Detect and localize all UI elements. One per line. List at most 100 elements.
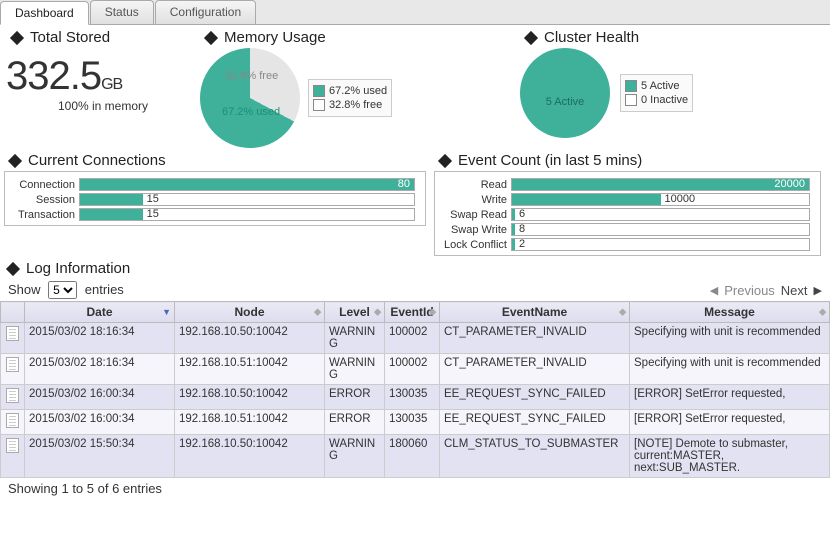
cell-node: 192.168.10.50:10042	[175, 435, 325, 478]
cell-node: 192.168.10.50:10042	[175, 385, 325, 410]
bar-row: Read 20000	[441, 178, 814, 191]
diamond-icon	[10, 30, 24, 44]
bar-value: 8	[519, 223, 525, 235]
table-row[interactable]: 2015/03/02 18:16:34192.168.10.50:10042WA…	[1, 323, 830, 354]
cell-eventid: 100002	[385, 323, 440, 354]
previous-icon[interactable]: ◀	[710, 284, 718, 297]
cell-eventname: CT_PARAMETER_INVALID	[440, 323, 630, 354]
connections-panel: Current Connections Connection80Session1…	[0, 148, 430, 256]
cell-eventname: EE_REQUEST_SYNC_FAILED	[440, 385, 630, 410]
col-eventname[interactable]: EventName◆	[440, 302, 630, 323]
memory-usage-panel: Memory Usage 32.8% free 67.2% used 67.2%…	[200, 25, 520, 148]
table-row[interactable]: 2015/03/02 16:00:34192.168.10.51:10042ER…	[1, 410, 830, 435]
cell-date: 2015/03/02 18:16:34	[25, 354, 175, 385]
memory-usage-title-text: Memory Usage	[224, 29, 326, 46]
memory-legend: 67.2% used 32.8% free	[308, 79, 392, 117]
bar-track: 10000	[511, 193, 810, 206]
next-icon[interactable]: ▶	[814, 284, 822, 297]
col-message[interactable]: Message◆	[630, 302, 830, 323]
table-row[interactable]: 2015/03/02 16:00:34192.168.10.50:10042ER…	[1, 385, 830, 410]
stored-number: 332.5	[6, 54, 101, 98]
tab-dashboard[interactable]: Dashboard	[0, 1, 89, 25]
bar-track: 80	[79, 178, 415, 191]
total-stored-panel: Total Stored 332.5GB 100% in memory	[0, 25, 200, 148]
bar-row: Write10000	[441, 193, 814, 206]
bar-value: 20000	[774, 178, 805, 190]
stored-unit: GB	[101, 76, 122, 93]
cell-node: 192.168.10.51:10042	[175, 354, 325, 385]
bar-track: 2	[511, 238, 810, 251]
bar-row: Transaction15	[11, 208, 419, 221]
total-stored-title: Total Stored	[6, 25, 200, 48]
cell-eventid: 100002	[385, 354, 440, 385]
tab-status[interactable]: Status	[90, 0, 154, 24]
bar-value: 15	[147, 193, 159, 205]
bar-track: 15	[79, 208, 415, 221]
cell-node: 192.168.10.50:10042	[175, 323, 325, 354]
entries-label: entries	[85, 282, 124, 297]
cell-date: 2015/03/02 16:00:34	[25, 410, 175, 435]
col-node[interactable]: Node◆	[175, 302, 325, 323]
previous-button[interactable]: Previous	[724, 283, 775, 298]
document-icon	[6, 438, 19, 453]
log-title: Log Information	[0, 256, 830, 279]
memory-used-label: 67.2% used	[222, 106, 280, 118]
document-icon	[6, 388, 19, 403]
bar-track: 8	[511, 223, 810, 236]
memory-usage-title: Memory Usage	[200, 25, 520, 48]
col-level[interactable]: Level◆	[325, 302, 385, 323]
cell-message: [NOTE] Demote to submaster, current:MAST…	[630, 435, 830, 478]
bar-row: Session15	[11, 193, 419, 206]
cell-level: WARNING	[325, 354, 385, 385]
next-button[interactable]: Next	[781, 283, 808, 298]
log-show-entries: Show 5 entries	[8, 281, 124, 299]
events-panel: Event Count (in last 5 mins) Read 20000 Wr…	[430, 148, 825, 256]
bar-row: Swap Write8	[441, 223, 814, 236]
log-pager: ◀ Previous Next ▶	[710, 283, 822, 298]
document-icon	[6, 357, 19, 372]
events-title-text: Event Count (in last 5 mins)	[458, 152, 642, 169]
page-size-select[interactable]: 5	[48, 281, 77, 299]
cell-date: 2015/03/02 16:00:34	[25, 385, 175, 410]
table-row[interactable]: 2015/03/02 15:50:34192.168.10.50:10042WA…	[1, 435, 830, 478]
cell-message: Specifying with unit is recommended	[630, 354, 830, 385]
total-stored-title-text: Total Stored	[30, 29, 110, 46]
diamond-icon	[8, 153, 22, 167]
total-stored-subtext: 100% in memory	[6, 99, 200, 113]
cluster-health-legend: 5 Active 0 Inactive	[620, 74, 693, 112]
cell-eventid: 130035	[385, 410, 440, 435]
cluster-health-title-text: Cluster Health	[544, 29, 639, 46]
cell-message: Specifying with unit is recommended	[630, 323, 830, 354]
cell-eventname: EE_REQUEST_SYNC_FAILED	[440, 410, 630, 435]
col-date[interactable]: Date▼	[25, 302, 175, 323]
cell-message: [ERROR] SetError requested,	[630, 385, 830, 410]
cell-message: [ERROR] SetError requested,	[630, 410, 830, 435]
bar-track: 6	[511, 208, 810, 221]
memory-free-label: 32.8% free	[225, 70, 278, 82]
diamond-icon	[6, 261, 20, 275]
bar-value: 80	[398, 178, 410, 190]
bar-track: 20000	[511, 178, 810, 191]
cell-level: ERROR	[325, 410, 385, 435]
connections-chart: Connection80Session15Transaction15	[4, 171, 426, 226]
table-row[interactable]: 2015/03/02 18:16:34192.168.10.51:10042WA…	[1, 354, 830, 385]
cell-level: WARNING	[325, 435, 385, 478]
show-label: Show	[8, 282, 41, 297]
diamond-icon	[204, 30, 218, 44]
cluster-health-panel: Cluster Health 5 Active 5 Active 0 Inact…	[520, 25, 820, 148]
col-icon[interactable]	[1, 302, 25, 323]
cluster-health-pie: 5 Active	[520, 48, 610, 138]
tab-configuration[interactable]: Configuration	[155, 0, 256, 24]
col-eventid[interactable]: EventId◆	[385, 302, 440, 323]
cell-eventid: 180060	[385, 435, 440, 478]
bar-value: 10000	[665, 193, 696, 205]
legend-active: 5 Active	[641, 80, 680, 92]
events-title: Event Count (in last 5 mins)	[434, 148, 821, 171]
connections-title: Current Connections	[4, 148, 426, 171]
events-chart: Read 20000 Write10000 Swap Read6 Swap Write8…	[434, 171, 821, 256]
bar-row: Swap Read6	[441, 208, 814, 221]
log-showing-text: Showing 1 to 5 of 6 entries	[0, 478, 830, 499]
cluster-health-title: Cluster Health	[520, 25, 820, 48]
bar-label: Read	[441, 179, 507, 191]
bar-label: Lock Conflict	[441, 239, 507, 251]
